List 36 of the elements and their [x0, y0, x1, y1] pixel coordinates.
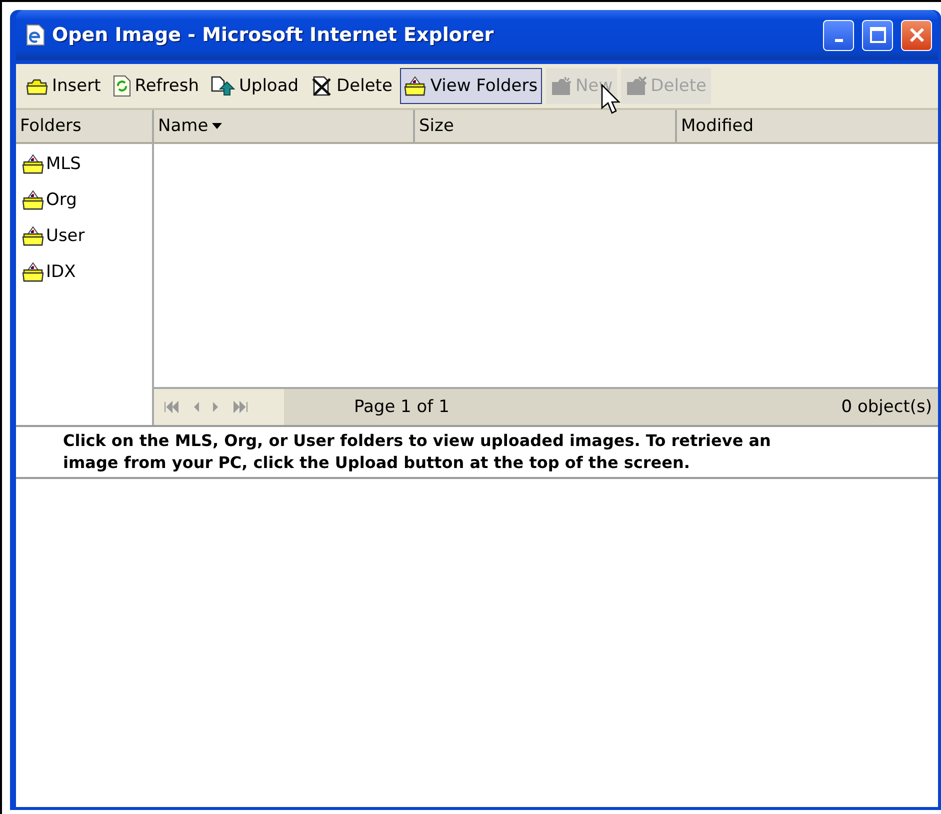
toolbar-button[interactable]: Refresh — [108, 68, 203, 104]
folder-item[interactable]: Org — [22, 186, 152, 214]
folder-icon — [22, 190, 44, 210]
new-folder-icon — [550, 76, 572, 96]
object-count: 0 object(s) — [841, 397, 933, 417]
folder-icon — [22, 154, 44, 174]
close-icon — [908, 26, 926, 44]
window-title: Open Image - Microsoft Internet Explorer — [52, 24, 495, 46]
folder-item[interactable]: IDX — [22, 258, 152, 286]
minimize-button[interactable] — [823, 20, 854, 50]
column-header[interactable]: Folders — [16, 110, 154, 144]
toolbar-button[interactable]: Upload — [206, 68, 303, 104]
delete-icon — [310, 75, 333, 97]
delete-folder-icon — [624, 76, 647, 96]
toolbar-button[interactable]: Insert — [22, 68, 105, 104]
folder-item[interactable]: User — [22, 222, 152, 250]
folder-item[interactable]: MLS — [22, 150, 152, 178]
page-indicator: Page 1 of 1 — [354, 397, 450, 417]
folder-icon — [404, 76, 426, 96]
sort-arrow-icon — [212, 123, 222, 129]
maximize-icon — [868, 26, 886, 44]
page-icon — [24, 24, 46, 46]
folder-icon — [26, 77, 48, 95]
column-header[interactable]: Modified — [677, 110, 754, 142]
upload-icon — [210, 76, 235, 96]
close-button[interactable] — [901, 20, 932, 50]
toolbar-button[interactable]: View Folders — [400, 68, 542, 104]
folder-icon — [22, 226, 44, 246]
refresh-icon — [112, 75, 131, 97]
folder-icon — [22, 262, 44, 282]
column-header[interactable]: Name — [154, 110, 415, 142]
toolbar-button[interactable]: Delete — [306, 68, 396, 104]
column-header[interactable]: Size — [415, 110, 677, 142]
instruction-text: Click on the MLS, Org, or User folders to view uploaded images. To retrieve an image from your PC, click the Upload button at the top of the screen. — [16, 427, 938, 479]
minimize-icon — [834, 38, 842, 42]
maximize-button[interactable] — [862, 20, 893, 50]
